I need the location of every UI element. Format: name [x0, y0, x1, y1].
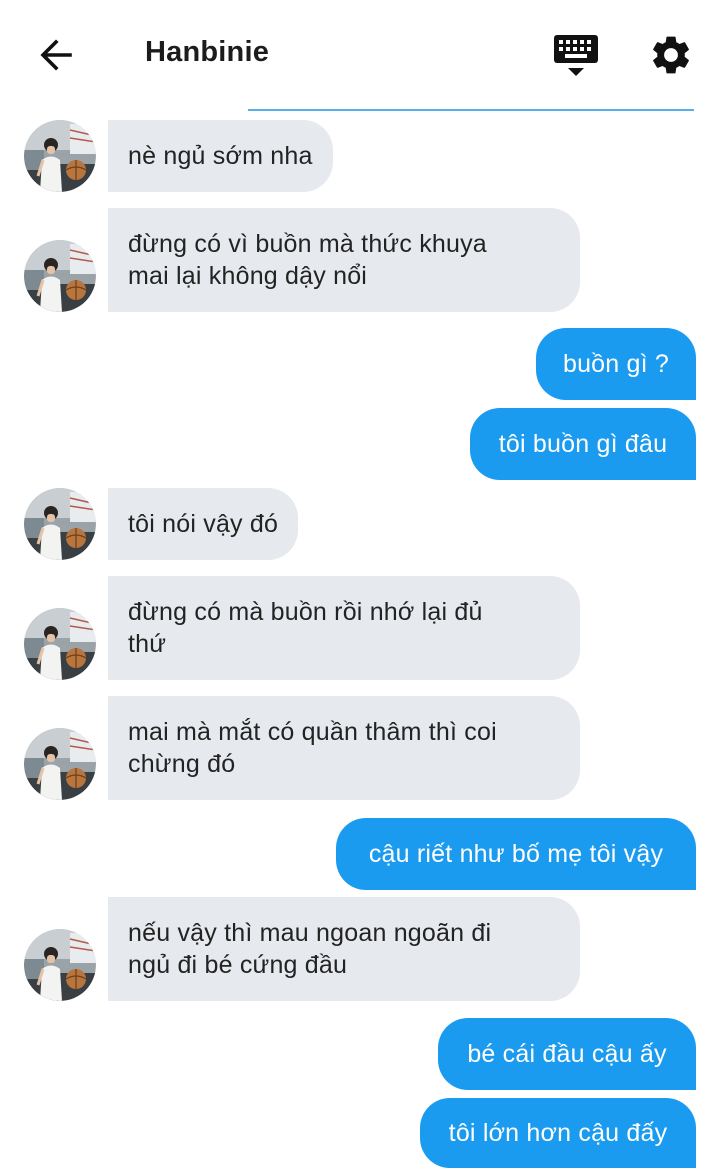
- message-text: mai mà mắt có quần thâm thì coi chừng đó: [128, 718, 497, 778]
- message-text: bé cái đầu cậu ấy: [467, 1040, 667, 1068]
- message-bubble-incoming[interactable]: mai mà mắt có quần thâm thì coi chừng đó: [108, 696, 580, 800]
- contact-avatar[interactable]: [24, 728, 96, 800]
- message-bubble-outgoing[interactable]: tôi lớn hơn cậu đấy: [420, 1098, 696, 1168]
- chat-header: Hanbinie: [0, 0, 720, 111]
- message-text: đừng có mà buồn rồi nhớ lại đủ thứ: [128, 598, 483, 658]
- message-text: nè ngủ sớm nha: [128, 142, 313, 170]
- message-bubble-outgoing[interactable]: bé cái đầu cậu ấy: [438, 1018, 696, 1090]
- message-text: tôi buồn gì đâu: [498, 430, 668, 458]
- keyboard-icon: [554, 35, 598, 76]
- message-bubble-incoming[interactable]: nếu vậy thì mau ngoan ngoãn đi ngủ đi bé…: [108, 897, 580, 1001]
- gear-icon: [653, 36, 689, 74]
- keyboard-button[interactable]: [552, 32, 600, 80]
- contact-avatar[interactable]: [24, 120, 96, 192]
- contact-avatar[interactable]: [24, 240, 96, 312]
- message-bubble-outgoing[interactable]: buồn gì ?: [536, 328, 696, 400]
- message-bubble-incoming[interactable]: đừng có vì buồn mà thức khuya mai lại kh…: [108, 208, 580, 312]
- back-button[interactable]: [30, 32, 82, 78]
- message-bubble-outgoing[interactable]: tôi buồn gì đâu: [470, 408, 696, 480]
- settings-button[interactable]: [648, 32, 696, 78]
- message-bubble-incoming[interactable]: đừng có mà buồn rồi nhớ lại đủ thứ: [108, 576, 580, 680]
- contact-name: Hanbinie: [145, 36, 270, 68]
- contact-avatar[interactable]: [24, 608, 96, 680]
- contact-avatar[interactable]: [24, 488, 96, 560]
- message-bubble-incoming[interactable]: nè ngủ sớm nha: [108, 120, 333, 192]
- message-text: tôi nói vậy đó: [128, 510, 279, 538]
- message-bubble-outgoing[interactable]: cậu riết như bố mẹ tôi vậy: [336, 818, 696, 890]
- message-text: tôi lớn hơn cậu đấy: [448, 1119, 668, 1147]
- message-text: buồn gì ?: [562, 350, 670, 378]
- message-bubble-incoming[interactable]: tôi nói vậy đó: [108, 488, 299, 560]
- divider-line: [248, 109, 694, 111]
- arrow-left-icon: [40, 39, 72, 71]
- message-text: đừng có vì buồn mà thức khuya mai lại kh…: [128, 230, 487, 290]
- message-text: cậu riết như bố mẹ tôi vậy: [368, 840, 664, 868]
- message-text: nếu vậy thì mau ngoan ngoãn đi ngủ đi bé…: [128, 919, 492, 979]
- contact-avatar[interactable]: [24, 929, 96, 1001]
